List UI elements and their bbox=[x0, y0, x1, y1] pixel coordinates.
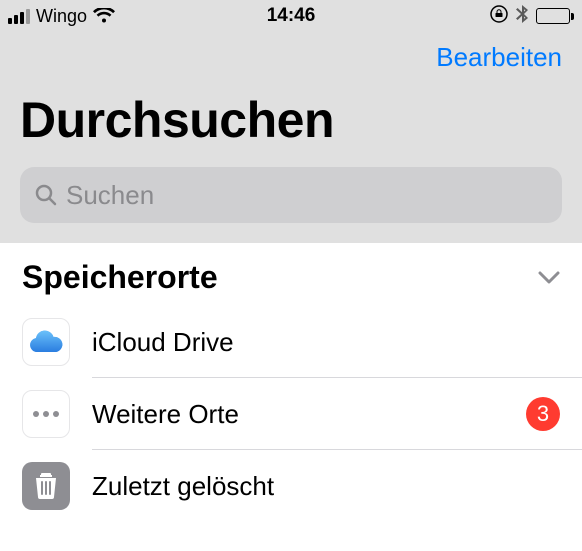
bluetooth-icon bbox=[516, 5, 528, 28]
battery-icon bbox=[536, 8, 574, 24]
carrier-label: Wingo bbox=[36, 6, 87, 27]
icloud-icon bbox=[22, 318, 70, 366]
locations-section-header[interactable]: Speicherorte bbox=[0, 243, 582, 306]
ellipsis-icon bbox=[22, 390, 70, 438]
badge-count: 3 bbox=[526, 397, 560, 431]
location-label: iCloud Drive bbox=[92, 327, 560, 358]
location-row-more[interactable]: Weitere Orte 3 bbox=[0, 378, 582, 450]
page-title: Durchsuchen bbox=[20, 91, 562, 149]
content: Speicherorte i bbox=[0, 243, 582, 522]
nav-header: Bearbeiten Durchsuchen bbox=[0, 32, 582, 243]
status-left: Wingo bbox=[8, 6, 115, 27]
trash-icon bbox=[22, 462, 70, 510]
location-label: Weitere Orte bbox=[92, 399, 504, 430]
wifi-icon bbox=[93, 8, 115, 24]
location-row-trash[interactable]: Zuletzt gelöscht bbox=[0, 450, 582, 522]
location-label: Zuletzt gelöscht bbox=[92, 471, 560, 502]
locations-heading: Speicherorte bbox=[22, 259, 218, 296]
status-time: 14:46 bbox=[267, 5, 316, 27]
search-icon bbox=[34, 183, 58, 207]
status-bar: Wingo 14:46 bbox=[0, 0, 582, 32]
cellular-signal-icon bbox=[8, 8, 30, 24]
search-field[interactable] bbox=[20, 167, 562, 223]
edit-button[interactable]: Bearbeiten bbox=[436, 42, 562, 73]
orientation-lock-icon bbox=[490, 5, 508, 28]
status-right bbox=[490, 5, 574, 28]
chevron-down-icon bbox=[538, 271, 560, 285]
search-input[interactable] bbox=[66, 180, 548, 211]
location-row-icloud[interactable]: iCloud Drive bbox=[0, 306, 582, 378]
